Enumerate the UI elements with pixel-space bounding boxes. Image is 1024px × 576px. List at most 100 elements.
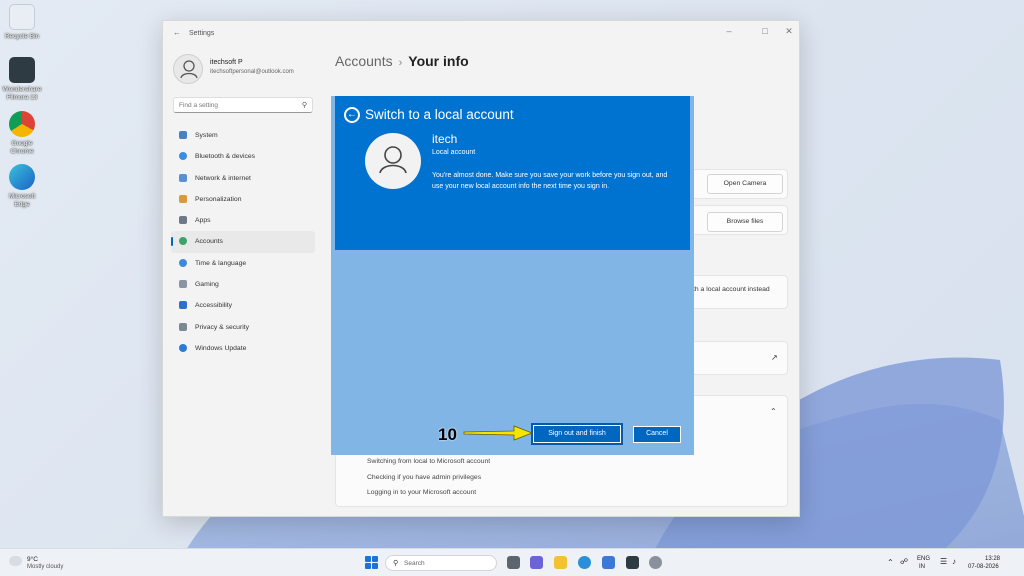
- sidebar-item-apps[interactable]: Apps: [171, 210, 315, 231]
- desktop-icon-filmora[interactable]: Wondershare Filmora 13: [2, 57, 42, 102]
- sidebar-item-personalization[interactable]: Personalization: [171, 189, 315, 210]
- step-number: 10: [438, 425, 457, 444]
- switch-local-account-dialog: ← Switch to a local account itech Local …: [331, 96, 694, 455]
- edge-icon: [9, 164, 35, 190]
- cloud-icon[interactable]: [9, 556, 22, 566]
- sidebar-item-label: System: [195, 132, 218, 139]
- chat-icon[interactable]: [530, 556, 543, 569]
- dialog-message: You're almost done. Make sure you save y…: [432, 172, 668, 190]
- accounts-icon: [179, 237, 187, 246]
- local-account-instead-link[interactable]: th a local account instead: [693, 286, 770, 293]
- browse-files-button[interactable]: Browse files: [707, 212, 783, 232]
- sidebar-item-label: Windows Update: [195, 344, 247, 352]
- page-title: Your info: [408, 53, 469, 69]
- windows-start-icon[interactable]: [365, 556, 378, 569]
- maximize-icon[interactable]: □: [753, 26, 777, 36]
- file-explorer-icon[interactable]: [554, 556, 567, 569]
- annotation-arrow-icon: [463, 425, 534, 441]
- desktop-icon-label: Microsoft Edge: [8, 193, 36, 208]
- search-icon: ⚲: [301, 102, 307, 109]
- desktop-icon-label: Wondershare Filmora 13: [2, 86, 42, 101]
- minimize-icon[interactable]: –: [717, 26, 741, 36]
- sidebar-item-label: Apps: [195, 217, 211, 225]
- chrome-icon: [9, 111, 35, 137]
- desktop-icon-label: Google Chrome: [10, 140, 34, 155]
- breadcrumb-parent[interactable]: Accounts: [335, 53, 393, 69]
- weather-temperature[interactable]: 9°C: [27, 556, 38, 563]
- desktop-icon-recycle-bin[interactable]: Recycle Bin: [2, 4, 42, 41]
- bluetooth-icon: [179, 152, 187, 161]
- accessibility-icon: [179, 301, 187, 310]
- cancel-button[interactable]: Cancel: [633, 426, 681, 443]
- sidebar-item-label: Bluetooth & devices: [195, 153, 256, 161]
- sidebar-item-label: Privacy & security: [195, 323, 250, 331]
- network-icon[interactable]: ☍: [900, 557, 908, 566]
- sidebar-item-label: Gaming: [195, 281, 219, 289]
- apps-icon: [179, 216, 187, 225]
- filmora-icon: [9, 57, 35, 83]
- chevron-up-icon[interactable]: ⌃: [770, 407, 777, 416]
- filmora-icon[interactable]: [626, 556, 639, 569]
- sidebar-item-bluetooth[interactable]: Bluetooth & devices: [171, 146, 315, 167]
- external-link-icon[interactable]: ↗: [771, 353, 778, 362]
- sidebar-item-accessibility[interactable]: Accessibility: [171, 295, 315, 316]
- desktop-icon-chrome[interactable]: Google Chrome: [2, 111, 42, 156]
- sidebar-item-system[interactable]: System: [171, 125, 315, 146]
- update-icon: [179, 343, 187, 352]
- open-camera-button[interactable]: Open Camera: [707, 174, 783, 194]
- shield-icon: [179, 322, 187, 331]
- brush-icon: [179, 194, 187, 203]
- sidebar-item-windows-update[interactable]: Windows Update: [171, 338, 315, 359]
- sidebar-item-label: Time & language: [195, 259, 247, 267]
- language-indicator-bottom[interactable]: IN: [919, 564, 925, 570]
- help-link-local-to-microsoft[interactable]: Switching from local to Microsoft accoun…: [367, 458, 490, 465]
- wifi-icon[interactable]: ☰: [940, 557, 947, 566]
- gamepad-icon: [179, 280, 187, 289]
- sidebar-nav: System Bluetooth & devices Network & int…: [171, 125, 315, 359]
- sidebar-item-network[interactable]: Network & internet: [171, 168, 315, 189]
- dialog-title: Switch to a local account: [365, 107, 514, 122]
- weather-description[interactable]: Mostly cloudy: [27, 564, 63, 570]
- sidebar-item-accounts[interactable]: Accounts: [171, 231, 315, 253]
- user-icon: [180, 60, 198, 79]
- globe-icon: [179, 258, 187, 267]
- profile-name: itechsoft P: [210, 59, 243, 66]
- sidebar-item-time-language[interactable]: Time & language: [171, 253, 315, 274]
- sidebar-item-label: Personalization: [195, 195, 242, 203]
- back-arrow-icon[interactable]: ←: [173, 28, 181, 37]
- user-icon: [379, 146, 407, 174]
- close-icon[interactable]: ✕: [777, 26, 801, 37]
- breadcrumb-chevron-icon: ›: [398, 57, 403, 69]
- clock-time[interactable]: 13:28: [985, 556, 1000, 562]
- back-arrow-icon[interactable]: ←: [344, 107, 360, 123]
- sidebar-item-gaming[interactable]: Gaming: [171, 274, 315, 295]
- search-icon: ⚲: [393, 560, 399, 567]
- task-view-icon[interactable]: [507, 556, 520, 569]
- clock-date[interactable]: 07-08-2026: [968, 564, 999, 570]
- sidebar-item-label: Network & internet: [195, 174, 251, 182]
- recycle-bin-icon: [9, 4, 35, 30]
- profile-email: itechsoftpersonal@outlook.com: [210, 69, 294, 75]
- help-link-logging-in[interactable]: Logging in to your Microsoft account: [367, 489, 476, 496]
- settings-gear-icon[interactable]: [649, 556, 662, 569]
- system-icon: [179, 131, 187, 139]
- edge-icon[interactable]: [578, 556, 591, 569]
- search-placeholder: Find a setting: [179, 102, 219, 109]
- help-link-admin-privileges[interactable]: Checking if you have admin privileges: [367, 474, 481, 481]
- sign-out-and-finish-button[interactable]: Sign out and finish: [531, 423, 623, 445]
- microsoft-store-icon[interactable]: [602, 556, 615, 569]
- search-input[interactable]: Find a setting ⚲: [173, 97, 313, 113]
- window-title: Settings: [189, 30, 215, 37]
- taskbar-search-input[interactable]: ⚲ Search: [385, 555, 497, 571]
- title-bar: ← Settings – □ ✕: [163, 21, 799, 45]
- volume-icon[interactable]: ♪: [952, 557, 956, 566]
- taskbar: 9°C Mostly cloudy ⚲ Search ⌃ ☍ ENG IN ☰ …: [0, 548, 1024, 576]
- desktop-icon-edge[interactable]: Microsoft Edge: [2, 164, 42, 209]
- sidebar-item-label: Accessibility: [195, 302, 233, 310]
- account-type: Local account: [432, 149, 476, 156]
- chevron-up-icon[interactable]: ⌃: [887, 558, 894, 567]
- account-name: itech: [432, 132, 458, 146]
- sidebar-item-label: Accounts: [195, 238, 223, 246]
- language-indicator-top[interactable]: ENG: [917, 556, 930, 562]
- sidebar-item-privacy[interactable]: Privacy & security: [171, 317, 315, 338]
